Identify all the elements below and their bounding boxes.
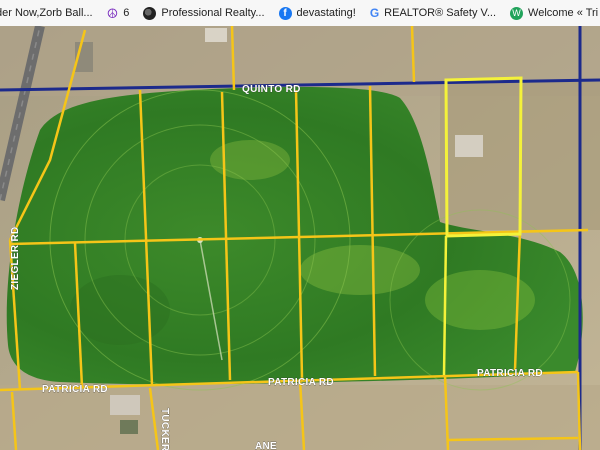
road-label-tucker: TUCKER bbox=[159, 408, 170, 450]
map-canvas: QUINTO RD ZIEGLER RD PATRICIA RD PATRICI… bbox=[0, 26, 600, 450]
bookmark-realtor-safety-label: REALTOR® Safety V... bbox=[384, 7, 497, 19]
facebook-icon: f bbox=[278, 6, 292, 20]
building bbox=[455, 135, 483, 157]
bookmark-tri-city[interactable]: W Welcome « Tri City... bbox=[510, 6, 600, 20]
bookmark-professional-realty[interactable]: Professional Realty... bbox=[143, 6, 265, 20]
bookmark-tri-city-label: Welcome « Tri City... bbox=[528, 7, 600, 19]
bookmark-peace-label: 6 bbox=[123, 7, 130, 19]
crop-dark-patch bbox=[70, 275, 170, 345]
wordpress-icon: W bbox=[510, 6, 524, 20]
road-label-bottom: ANE bbox=[255, 441, 277, 450]
bookmark-devastating[interactable]: f devastating! bbox=[278, 6, 356, 20]
bookmark-peace[interactable]: ☮ 6 bbox=[107, 7, 130, 20]
bookmark-zorb-ball[interactable]: der Now,Zorb Ball... bbox=[0, 7, 93, 19]
bookmarks-bar: der Now,Zorb Ball... ☮ 6 Professional Re… bbox=[0, 0, 600, 27]
crop-light-patch bbox=[210, 140, 290, 180]
google-icon: G bbox=[369, 5, 380, 20]
building bbox=[110, 395, 140, 415]
road-label-quinto: QUINTO RD bbox=[242, 84, 301, 95]
building bbox=[205, 28, 227, 42]
globe-icon bbox=[143, 6, 157, 20]
road-label-ziegler: ZIEGLER RD bbox=[10, 226, 21, 290]
bookmark-realtor-safety[interactable]: G REALTOR® Safety V... bbox=[369, 5, 497, 20]
road-label-patricia-left: PATRICIA RD bbox=[42, 384, 108, 395]
crop-light-patch bbox=[300, 245, 420, 295]
bookmark-zorb-ball-label: der Now,Zorb Ball... bbox=[0, 7, 93, 19]
peace-sign-icon: ☮ bbox=[106, 5, 119, 21]
road-label-patricia-center: PATRICIA RD bbox=[268, 377, 334, 388]
trees bbox=[120, 420, 138, 434]
bookmark-devastating-label: devastating! bbox=[296, 7, 356, 19]
satellite-map[interactable]: QUINTO RD ZIEGLER RD PATRICIA RD PATRICI… bbox=[0, 26, 600, 450]
road-label-patricia-right: PATRICIA RD bbox=[477, 368, 543, 379]
bookmark-professional-realty-label: Professional Realty... bbox=[161, 7, 265, 19]
